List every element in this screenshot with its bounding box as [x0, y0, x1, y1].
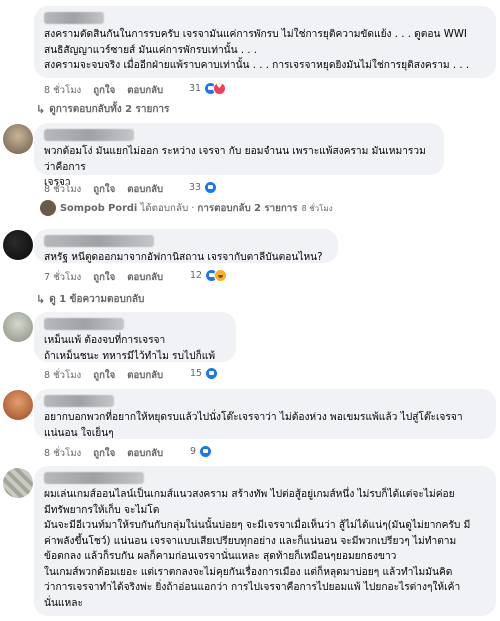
avatar[interactable]	[3, 468, 33, 498]
like-button[interactable]: ถูกใจ	[93, 85, 115, 96]
reaction-count: 33	[189, 182, 202, 193]
comment-text: เหม็นแพ้ ต้องจบที่การเจรจา ถ้าเหม็นชนะ ท…	[44, 335, 216, 362]
replier-avatar	[40, 200, 56, 216]
like-button[interactable]: ถูกใจ	[93, 370, 115, 381]
reply-button[interactable]: ตอบกลับ	[127, 85, 163, 96]
comment-meta: 8 ชั่วโมง ถูกใจ ตอบกลับ	[44, 368, 172, 383]
reaction-count: 9	[190, 446, 197, 457]
comment-bubble: สหรัฐ หนีตูดออกมาจากอัฟกานิสถาน เจรจากับ…	[34, 229, 338, 263]
author-name-redacted[interactable]	[44, 12, 104, 24]
comment-text: สงครามตัดสินกันในการรบครับ เจรจามันแค่กา…	[44, 29, 470, 71]
reaction-summary[interactable]: 9	[190, 445, 213, 458]
like-icon	[205, 367, 219, 380]
like-icon	[199, 445, 213, 458]
reaction-count: 12	[190, 270, 203, 281]
comment-meta: 8 ชั่วโมง ถูกใจ ตอบกลับ	[44, 83, 172, 98]
reply-button[interactable]: ตอบกลับ	[127, 272, 163, 283]
reaction-summary[interactable]: 31	[189, 82, 227, 95]
love-icon	[213, 82, 227, 95]
comment-bubble: พวกด้อมโง่ มันแยกไม่ออก ระหว่าง เจรจา กั…	[34, 123, 444, 188]
view-replies-link[interactable]: ↳ ดูการตอบกลับทั้ง 2 รายการ	[36, 102, 169, 117]
comment-bubble: อยากบอกพวกที่อยากให้หยุดรบแล้วไปนั่งโต๊ะ…	[34, 389, 496, 439]
like-button[interactable]: ถูกใจ	[93, 184, 115, 195]
comment-meta: 8 ชั่วโมง ถูกใจ ตอบกลับ	[44, 182, 172, 197]
comment-meta: 8 ชั่วโมง ถูกใจ ตอบกลับ	[44, 446, 172, 461]
author-name-redacted[interactable]	[44, 235, 154, 247]
comment-time[interactable]: 7 ชั่วโมง	[44, 272, 81, 283]
reply-button[interactable]: ตอบกลับ	[127, 448, 163, 459]
replier-name: Sompob Pordi	[60, 202, 138, 214]
avatar[interactable]	[3, 390, 33, 420]
comment-text: สหรัฐ หนีตูดออกมาจากอัฟกานิสถาน เจรจากับ…	[44, 252, 323, 263]
reaction-count: 15	[190, 368, 203, 379]
comment-time[interactable]: 8 ชั่วโมง	[44, 85, 81, 96]
view-replies-label: ดูการตอบกลับทั้ง 2 รายการ	[49, 104, 170, 115]
like-icon	[204, 181, 218, 194]
reply-button[interactable]: ตอบกลับ	[127, 370, 163, 381]
like-button[interactable]: ถูกใจ	[93, 448, 115, 459]
reply-time: 8 ชั่วโมง	[301, 203, 333, 213]
reaction-summary[interactable]: 12	[190, 269, 228, 282]
reaction-count: 31	[189, 83, 202, 94]
comment-bubble: เหม็นแพ้ ต้องจบที่การเจรจา ถ้าเหม็นชนะ ท…	[34, 312, 236, 362]
comment-text: อยากบอกพวกที่อยากให้หยุดรบแล้วไปนั่งโต๊ะ…	[44, 412, 463, 439]
comment-meta: 7 ชั่วโมง ถูกใจ ตอบกลับ	[44, 270, 172, 285]
view-replies-label: ดู 1 ข้อความตอบกลับ	[49, 294, 145, 305]
view-replies-link[interactable]: ↳ ดู 1 ข้อความตอบกลับ	[36, 292, 144, 307]
reaction-summary[interactable]: 33	[189, 181, 218, 194]
comment-time[interactable]: 8 ชั่วโมง	[44, 448, 81, 459]
author-name-redacted[interactable]	[44, 395, 114, 407]
reaction-summary[interactable]: 15	[190, 367, 219, 380]
reply-arrow-icon: ↳	[36, 103, 46, 116]
haha-icon	[214, 269, 228, 282]
comment-time[interactable]: 8 ชั่วโมง	[44, 184, 81, 195]
reply-arrow-icon: ↳	[36, 293, 46, 306]
reply-action-text: ได้ตอบกลับ ·	[140, 202, 195, 214]
reply-button[interactable]: ตอบกลับ	[127, 184, 163, 195]
author-name-redacted[interactable]	[44, 129, 134, 141]
avatar[interactable]	[3, 230, 33, 260]
avatar[interactable]	[3, 124, 33, 154]
comment-time[interactable]: 8 ชั่วโมง	[44, 370, 81, 381]
reply-count: การตอบกลับ 2 รายการ	[197, 202, 298, 214]
comment-text: ผมเล่นเกมส์ออนไลน์เป็นเกมส์แนวสงคราม สร้…	[44, 489, 471, 609]
reply-preview[interactable]: Sompob Pordi ได้ตอบกลับ · การตอบกลับ 2 ร…	[40, 200, 333, 216]
comment-bubble: ผมเล่นเกมส์ออนไลน์เป็นเกมส์แนวสงคราม สร้…	[34, 466, 496, 616]
avatar[interactable]	[3, 312, 33, 342]
comment-bubble: สงครามตัดสินกันในการรบครับ เจรจามันแค่กา…	[34, 6, 496, 78]
author-name-redacted[interactable]	[44, 472, 144, 484]
author-name-redacted[interactable]	[44, 318, 124, 330]
like-button[interactable]: ถูกใจ	[93, 272, 115, 283]
